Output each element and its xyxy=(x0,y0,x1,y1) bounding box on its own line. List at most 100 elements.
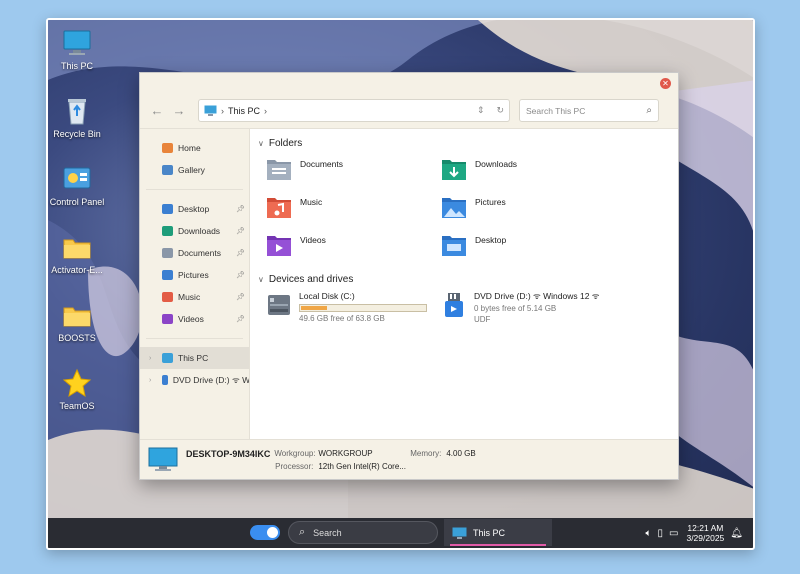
folder-documents[interactable]: Documents xyxy=(266,157,441,187)
pin-icon[interactable]: 📌︎ xyxy=(236,227,245,235)
desktop-folder-icon xyxy=(442,236,466,256)
desktop-screen: This PC Recycle Bin Control Panel Activa… xyxy=(46,18,755,550)
pin-icon[interactable]: 📌︎ xyxy=(236,271,245,279)
sidebar-item-home[interactable]: Home xyxy=(140,137,249,159)
search-icon: ⌕ xyxy=(646,105,652,116)
address-dropdown-icon[interactable]: ⇕ xyxy=(477,105,485,116)
folder-icon xyxy=(63,239,91,259)
search-input[interactable]: Search This PC ⌕ xyxy=(519,99,659,122)
dvd-drive-icon xyxy=(162,375,168,385)
forward-button[interactable]: → xyxy=(168,103,190,118)
drive-local-disk-c[interactable]: Local Disk (C:) 49.6 GB free of 63.8 GB xyxy=(266,291,441,331)
sidebar-item-gallery[interactable]: Gallery xyxy=(140,159,249,181)
drives-section-header[interactable]: ∨ Devices and drives xyxy=(258,271,670,287)
sidebar-item-label: Desktop xyxy=(178,204,210,214)
monitor-icon xyxy=(162,353,173,363)
processor-label: Processor: xyxy=(275,461,314,471)
pin-icon[interactable]: 📌︎ xyxy=(236,249,245,257)
taskbar-app-label: This PC xyxy=(473,527,506,538)
folder-videos[interactable]: Videos xyxy=(266,233,441,263)
chevron-down-icon: ∨ xyxy=(258,138,264,148)
volume-icon[interactable]: 🔈︎ xyxy=(646,528,652,539)
desktop-icon-this-pc[interactable]: This PC xyxy=(48,28,108,72)
music-folder-icon xyxy=(162,292,173,302)
desktop-icon-label: Activator-E... xyxy=(51,265,103,275)
drive-name: DVD Drive (D:) ᯤ Windows 12 ᯤ xyxy=(474,291,600,301)
pin-icon[interactable]: 📌︎ xyxy=(236,293,245,301)
workgroup-value: WORKGROUP xyxy=(318,448,373,458)
monitor-icon xyxy=(148,447,178,471)
hard-disk-icon xyxy=(268,295,290,315)
desktop-icon-label: TeamOS xyxy=(59,401,95,411)
details-pane: DESKTOP-9M34IKC Workgroup: WORKGROUP Mem… xyxy=(140,439,678,479)
address-bar[interactable]: › This PC › ⇕ ↻ xyxy=(198,99,510,122)
expand-chevron-icon[interactable]: › xyxy=(149,355,151,362)
folder-music[interactable]: Music xyxy=(266,195,441,225)
sidebar-item-this-pc[interactable]: › This PC xyxy=(140,347,249,369)
search-placeholder: Search This PC xyxy=(526,105,586,116)
videos-folder-icon xyxy=(162,314,173,324)
folder-name: Downloads xyxy=(475,159,518,169)
desktop-icon-control-panel[interactable]: Control Panel xyxy=(48,164,108,208)
desktop-icon-label: Recycle Bin xyxy=(53,129,101,139)
desktop-icon-label: Control Panel xyxy=(49,197,105,207)
pictures-folder-icon xyxy=(442,198,466,218)
sidebar-item-label: Documents xyxy=(178,248,221,258)
expand-chevron-icon[interactable]: › xyxy=(149,377,151,384)
folder-downloads[interactable]: Downloads xyxy=(441,157,616,187)
clock[interactable]: 12:21 AM 3/29/2025 xyxy=(686,523,724,543)
folder-name: Music xyxy=(300,197,323,207)
desktop-icon-teamos[interactable]: TeamOS xyxy=(48,368,108,412)
taskbar: ⌕ Search This PC 🔈︎ ▯ ▭ 12:21 AM 3/29/20… xyxy=(48,518,753,548)
refresh-icon[interactable]: ↻ xyxy=(496,105,504,116)
desktop-icon-label: This PC xyxy=(60,61,93,71)
dvd-drive-icon xyxy=(445,293,463,317)
taskbar-app-this-pc[interactable]: This PC xyxy=(444,519,552,546)
back-button[interactable]: ← xyxy=(146,103,168,118)
taskbar-search-label: Search xyxy=(313,527,342,538)
sidebar-item-dvd-drive[interactable]: › DVD Drive (D:) ᯤ W xyxy=(140,369,249,391)
search-icon: ⌕ xyxy=(299,526,306,538)
system-info: Workgroup: WORKGROUP Memory: 4.00 GB Pro… xyxy=(274,449,506,471)
videos-folder-icon xyxy=(267,236,291,256)
drive-free-space: 49.6 GB free of 63.8 GB xyxy=(299,314,385,323)
explorer-body: Home Gallery Desktop 📌︎ Downloads 📌︎ Doc… xyxy=(140,129,678,439)
close-button[interactable]: ✕ xyxy=(660,78,671,89)
sidebar-item-label: Music xyxy=(178,292,201,302)
sidebar-item-videos[interactable]: Videos 📌︎ xyxy=(140,308,249,330)
control-panel-icon xyxy=(63,167,91,189)
sidebar-item-desktop[interactable]: Desktop 📌︎ xyxy=(140,198,249,220)
sidebar-item-label: Gallery xyxy=(178,165,205,175)
folder-desktop[interactable]: Desktop xyxy=(441,233,616,263)
drive-free-space: 0 bytes free of 5.14 GB xyxy=(474,304,557,313)
sidebar-item-pictures[interactable]: Pictures 📌︎ xyxy=(140,264,249,286)
sidebar-item-downloads[interactable]: Downloads 📌︎ xyxy=(140,220,249,242)
taskbar-search[interactable]: ⌕ Search xyxy=(288,521,438,544)
desktop-icon-activator[interactable]: Activator-E... xyxy=(48,232,108,276)
widgets-toggle[interactable] xyxy=(250,525,280,540)
drive-dvd-d[interactable]: DVD Drive (D:) ᯤ Windows 12 ᯤ 0 bytes fr… xyxy=(441,291,616,331)
folder-pictures[interactable]: Pictures xyxy=(441,195,616,225)
section-title: Devices and drives xyxy=(268,273,354,285)
documents-folder-icon xyxy=(267,160,291,180)
sidebar-item-music[interactable]: Music 📌︎ xyxy=(140,286,249,308)
monitor-icon xyxy=(63,30,91,55)
breadcrumb-chevron-icon[interactable]: › xyxy=(264,106,267,116)
active-app-indicator xyxy=(450,544,546,546)
downloads-folder-icon xyxy=(162,226,173,236)
monitor-icon xyxy=(204,105,217,116)
clock-time: 12:21 AM xyxy=(687,523,724,533)
sidebar-item-documents[interactable]: Documents 📌︎ xyxy=(140,242,249,264)
storage-usage-fill xyxy=(301,306,327,310)
breadcrumb-this-pc[interactable]: This PC xyxy=(228,106,260,116)
battery-icon[interactable]: ▯ xyxy=(658,528,664,539)
desktop-icon-recycle-bin[interactable]: Recycle Bin xyxy=(48,96,108,140)
folders-section-header[interactable]: ∨ Folders xyxy=(258,135,670,151)
network-icon[interactable]: ▭ xyxy=(669,528,678,539)
pin-icon[interactable]: 📌︎ xyxy=(236,205,245,213)
system-tray: 🔈︎ ▯ ▭ 12:21 AM 3/29/2025 🔔︎ xyxy=(640,521,744,545)
desktop-icon-boosts[interactable]: BOOSTS xyxy=(48,300,108,344)
notification-bell-icon[interactable]: 🔔︎ xyxy=(730,528,743,539)
pin-icon[interactable]: 📌︎ xyxy=(236,315,245,323)
title-bar: ✕ xyxy=(140,73,678,93)
